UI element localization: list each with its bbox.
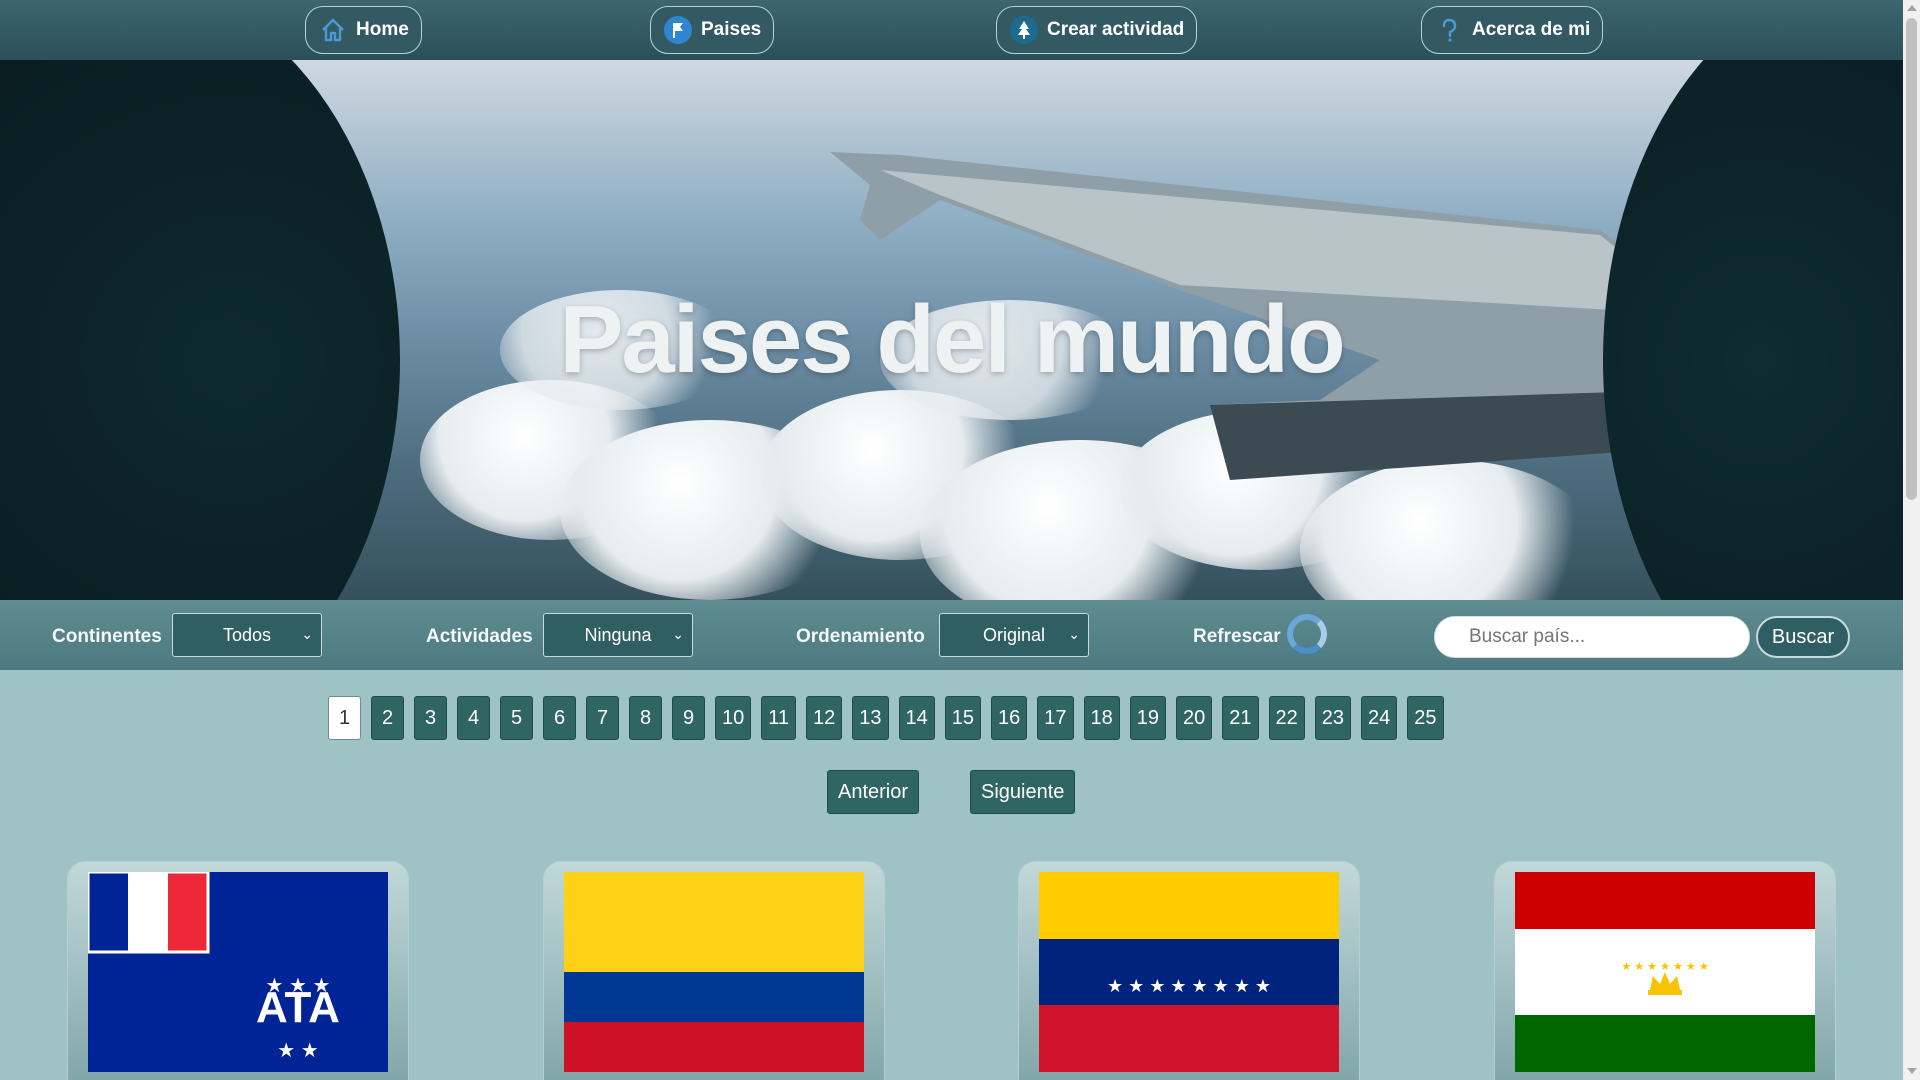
page-button[interactable]: 23 bbox=[1314, 696, 1352, 740]
nav-crear-actividad-label: Crear actividad bbox=[1047, 19, 1185, 40]
page-button[interactable]: 21 bbox=[1222, 696, 1259, 740]
french-southern-territories-flag: ATA ★ ★ ★ ★ ★ bbox=[88, 872, 388, 1072]
country-card[interactable]: ATA ★ ★ ★ ★ ★ bbox=[67, 861, 409, 1080]
svg-text:★ ★ ★ ★ ★ ★ ★ ★: ★ ★ ★ ★ ★ ★ ★ ★ bbox=[1107, 976, 1271, 996]
search-button[interactable]: Buscar bbox=[1756, 616, 1850, 658]
page-button[interactable]: 13 bbox=[852, 696, 889, 740]
refresh-icon[interactable] bbox=[1287, 614, 1327, 654]
order-label: Ordenamiento bbox=[796, 626, 925, 647]
page-button[interactable]: 20 bbox=[1176, 696, 1213, 740]
page-button[interactable]: 4 bbox=[457, 696, 490, 740]
page-button[interactable]: 14 bbox=[898, 696, 935, 740]
page-button[interactable]: 25 bbox=[1407, 696, 1444, 740]
search-input[interactable] bbox=[1434, 616, 1750, 658]
next-page-button[interactable]: Siguiente bbox=[970, 770, 1076, 814]
nav-acerca-label: Acerca de mi bbox=[1472, 19, 1591, 40]
page-button[interactable]: 18 bbox=[1083, 696, 1120, 740]
tree-icon bbox=[1009, 15, 1039, 45]
country-card[interactable]: ★ ★ ★ ★ ★ ★ ★ ★ bbox=[1018, 861, 1360, 1080]
page-button[interactable]: 7 bbox=[586, 696, 619, 740]
scroll-down-arrow-icon[interactable] bbox=[1907, 1068, 1917, 1074]
nav-home-label: Home bbox=[356, 19, 409, 40]
hero-banner: Paises del mundo bbox=[0, 60, 1903, 600]
venezuela-flag: ★ ★ ★ ★ ★ ★ ★ ★ bbox=[1039, 872, 1339, 1072]
top-navbar: Home Paises Crear actividad Acerca de mi bbox=[0, 0, 1903, 60]
question-icon bbox=[1434, 15, 1464, 45]
continents-label: Continentes bbox=[52, 626, 162, 647]
page-button[interactable]: 16 bbox=[991, 696, 1028, 740]
page-button[interactable]: 10 bbox=[715, 696, 752, 740]
flag-icon bbox=[663, 15, 693, 45]
previous-page-button[interactable]: Anterior bbox=[827, 770, 920, 814]
order-select[interactable]: Original ⌄ bbox=[939, 613, 1089, 657]
page-button[interactable]: 19 bbox=[1129, 696, 1167, 740]
continents-value: Todos bbox=[222, 624, 272, 645]
nav-paises-button[interactable]: Paises bbox=[650, 6, 775, 54]
page-button[interactable]: 24 bbox=[1361, 696, 1398, 740]
page-button[interactable]: 8 bbox=[629, 696, 662, 740]
page-button[interactable]: 15 bbox=[944, 696, 982, 740]
tajikistan-flag: ★ ★ ★ ★ ★ ★ ★ bbox=[1515, 872, 1815, 1072]
svg-text:★ ★: ★ ★ bbox=[277, 1040, 318, 1062]
page-button[interactable]: 12 bbox=[806, 696, 843, 740]
page-button[interactable]: 1 bbox=[328, 696, 361, 740]
activities-select[interactable]: Ninguna ⌄ bbox=[543, 613, 693, 657]
svg-text:★ ★ ★: ★ ★ ★ bbox=[266, 975, 331, 997]
colombia-flag bbox=[564, 872, 864, 1072]
continents-select[interactable]: Todos ⌄ bbox=[172, 613, 322, 657]
nav-paises-label: Paises bbox=[701, 19, 762, 40]
order-value: Original bbox=[982, 624, 1046, 645]
page-button[interactable]: 22 bbox=[1268, 696, 1305, 740]
page-button[interactable]: 2 bbox=[371, 696, 404, 740]
pagination: 1 2 3 4 5 6 7 8 9 10 11 12 13 14 15 16 17 18 19 20 21 22 23 24 2… bbox=[328, 696, 1444, 740]
page-button[interactable]: 9 bbox=[672, 696, 705, 740]
hero-title: Paises del mundo bbox=[559, 286, 1345, 393]
country-card[interactable]: ★ ★ ★ ★ ★ ★ ★ bbox=[1494, 861, 1836, 1080]
nav-crear-actividad-button[interactable]: Crear actividad bbox=[996, 6, 1198, 54]
activities-label: Actividades bbox=[426, 626, 533, 647]
country-card[interactable] bbox=[543, 861, 885, 1080]
activities-value: Ninguna bbox=[584, 624, 652, 645]
page-button[interactable]: 6 bbox=[543, 696, 576, 740]
chevron-down-icon: ⌄ bbox=[301, 626, 313, 642]
refresh-label: Refrescar bbox=[1193, 626, 1281, 647]
page-button[interactable]: 17 bbox=[1037, 696, 1074, 740]
page-button[interactable]: 3 bbox=[414, 696, 447, 740]
page-button[interactable]: 11 bbox=[761, 696, 797, 740]
scrollbar-thumb[interactable] bbox=[1906, 18, 1917, 500]
chevron-down-icon: ⌄ bbox=[1068, 626, 1080, 642]
scroll-up-arrow-icon[interactable] bbox=[1907, 5, 1917, 11]
chevron-down-icon: ⌄ bbox=[672, 626, 684, 642]
nav-home-button[interactable]: Home bbox=[305, 6, 422, 54]
svg-text:★ ★ ★ ★ ★ ★ ★: ★ ★ ★ ★ ★ ★ ★ bbox=[1621, 961, 1709, 973]
page-button[interactable]: 5 bbox=[500, 696, 533, 740]
home-icon bbox=[318, 15, 348, 45]
nav-acerca-button[interactable]: Acerca de mi bbox=[1421, 6, 1604, 54]
